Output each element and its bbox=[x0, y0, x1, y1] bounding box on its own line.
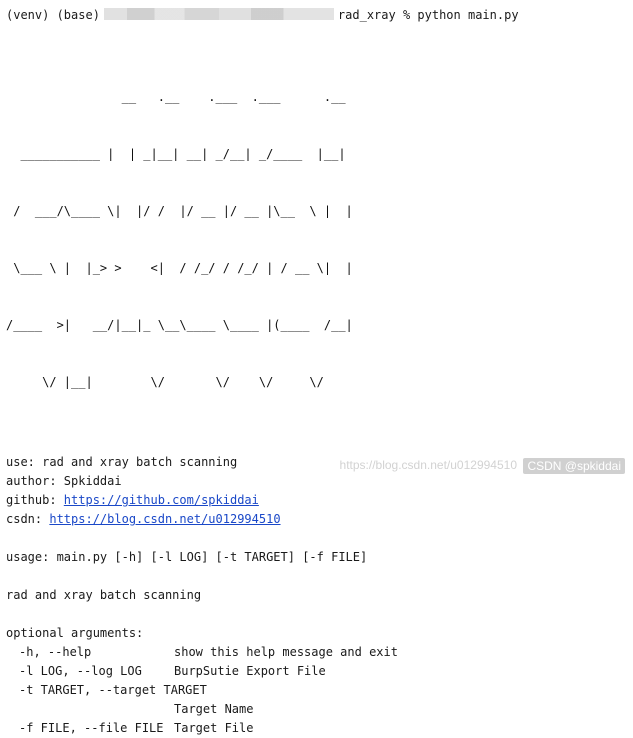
banner-line: \/ |__| \/ \/ \/ \/ bbox=[6, 375, 324, 389]
github-label: github: bbox=[6, 493, 64, 507]
command-prompt-line: (venv) (base) rad_xray % python main.py bbox=[6, 6, 633, 25]
option-flag: -t TARGET, --target TARGET bbox=[19, 683, 207, 697]
command-text: rad_xray % python main.py bbox=[337, 8, 519, 22]
option-flag: -h, --help bbox=[19, 645, 92, 659]
description-line: rad and xray batch scanning bbox=[6, 588, 202, 602]
github-link[interactable]: https://github.com/spkiddai bbox=[64, 493, 259, 507]
terminal-window[interactable]: (venv) (base) rad_xray % python main.py _… bbox=[0, 0, 633, 735]
option-row: -f FILE, --file FILE Target File bbox=[6, 719, 633, 738]
option-flag: -f FILE, --file FILE bbox=[19, 721, 164, 735]
option-row: -t TARGET, --target TARGET bbox=[6, 681, 633, 700]
option-flag bbox=[6, 700, 174, 719]
option-desc bbox=[207, 681, 633, 700]
banner-line: __ .__ .___ .___ .__ bbox=[6, 90, 346, 104]
redacted-hostname bbox=[103, 8, 334, 20]
info-csdn: csdn: https://blog.csdn.net/u012994510 bbox=[6, 510, 633, 529]
ascii-art-banner: __ .__ .___ .___ .__ ___________ | | _|_… bbox=[6, 50, 633, 430]
option-desc: show this help message and exit bbox=[174, 645, 398, 659]
info-github: github: https://github.com/spkiddai bbox=[6, 491, 633, 510]
banner-line: \___ \ | |_> > <| / /_/ / /_/ | / __ \| … bbox=[6, 261, 353, 275]
info-author: author: Spkiddai bbox=[6, 474, 122, 488]
option-desc: Target Name bbox=[174, 702, 254, 716]
option-desc: BurpSutie Export File bbox=[174, 664, 326, 678]
option-row: Target Name bbox=[6, 700, 633, 719]
env-prefix: (venv) (base) bbox=[6, 8, 100, 22]
option-flag: -l LOG, --log LOG bbox=[19, 664, 142, 678]
optional-arguments-header: optional arguments: bbox=[6, 626, 144, 640]
option-row: -h, --help show this help message and ex… bbox=[6, 643, 633, 662]
option-row: -l LOG, --log LOG BurpSutie Export File bbox=[6, 662, 633, 681]
option-desc: Target File bbox=[174, 721, 254, 735]
csdn-link[interactable]: https://blog.csdn.net/u012994510 bbox=[49, 512, 280, 526]
banner-line: / ___/\____ \| |/ / |/ __ |/ __ |\__ \ |… bbox=[6, 204, 353, 218]
watermark-url: https://blog.csdn.net/u012994510 bbox=[339, 458, 517, 472]
banner-line: /____ >| __/|__|_ \__\____ \____ |(____ … bbox=[6, 318, 353, 332]
csdn-watermark: CSDN @spkiddai bbox=[523, 458, 625, 474]
banner-line: ___________ | | _|__| __| _/__| _/____ |… bbox=[6, 147, 346, 161]
csdn-label: csdn: bbox=[6, 512, 50, 526]
usage-line: usage: main.py [-h] [-l LOG] [-t TARGET]… bbox=[6, 550, 368, 564]
